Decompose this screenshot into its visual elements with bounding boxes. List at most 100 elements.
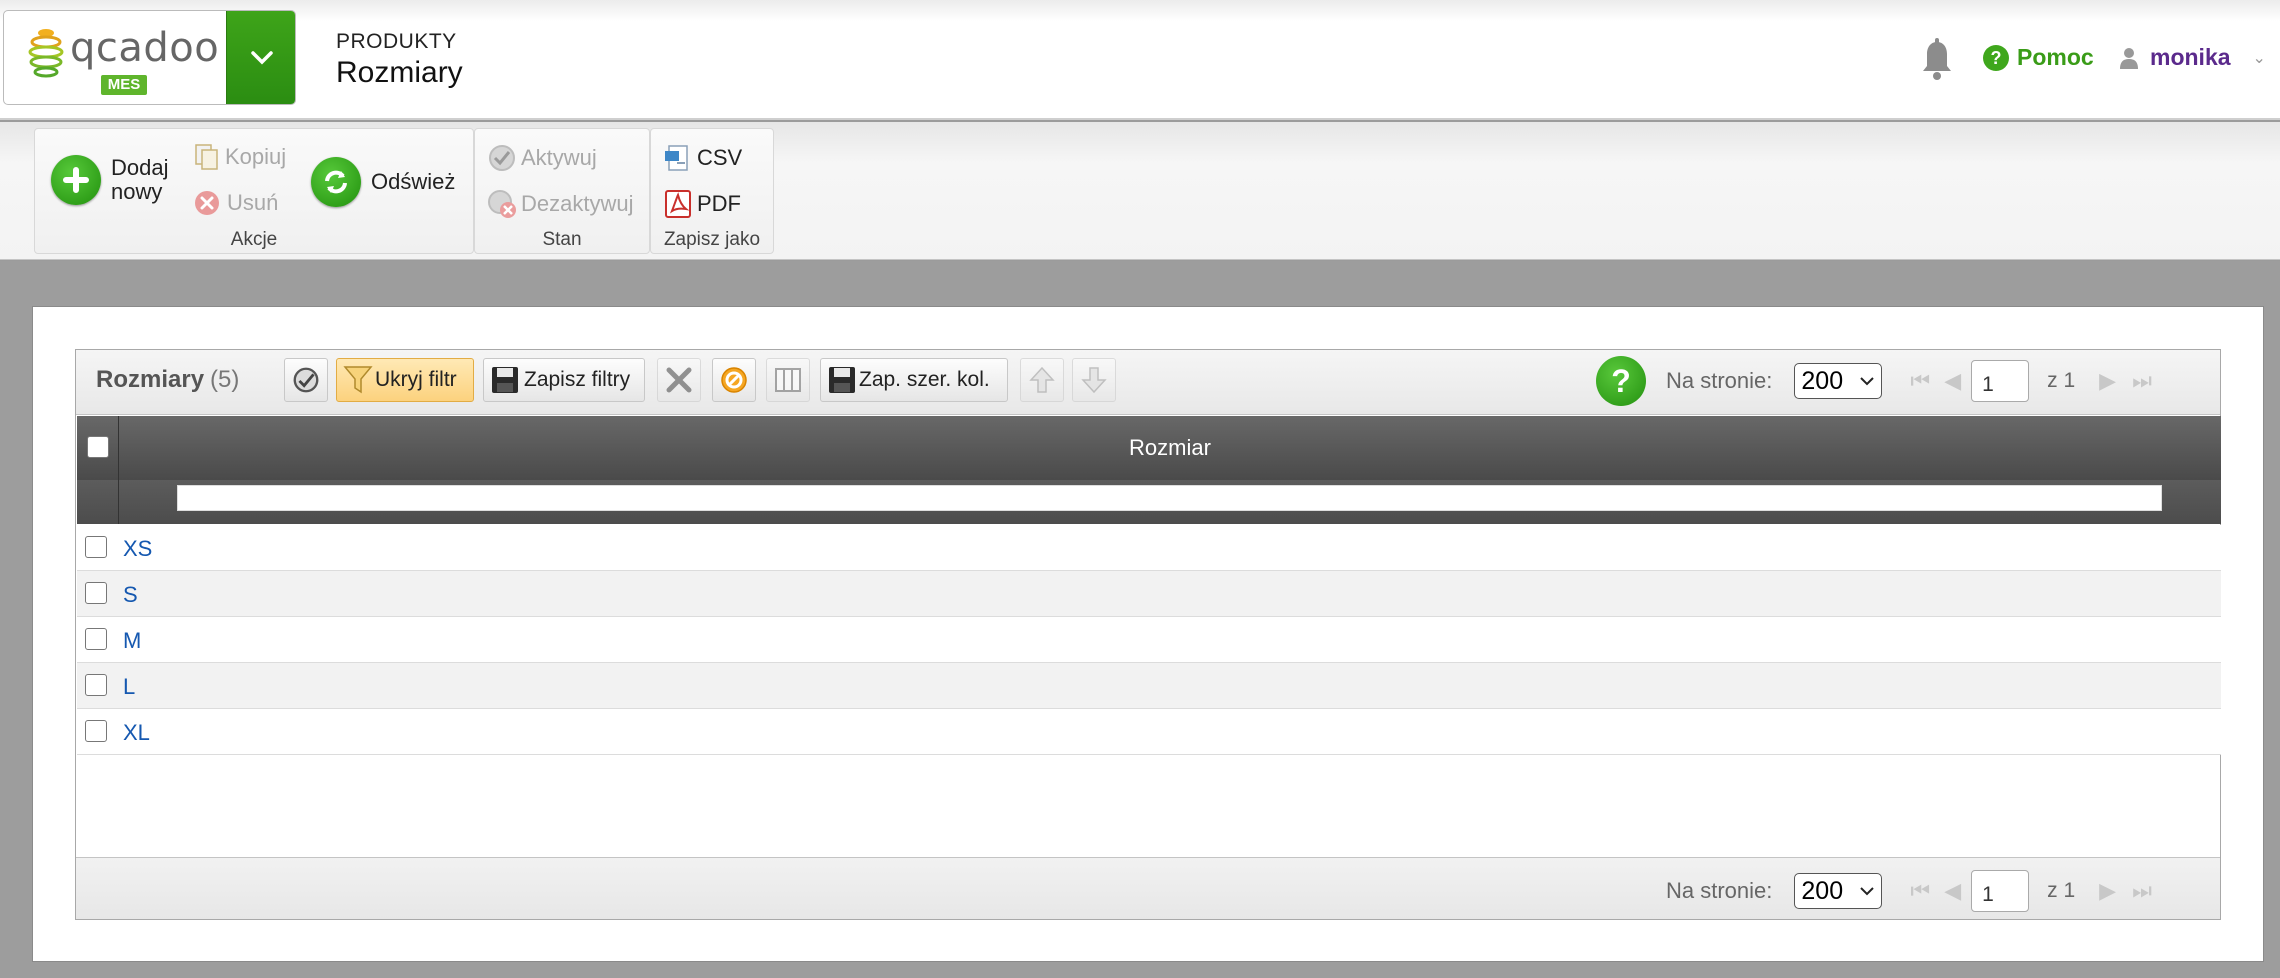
add-new-label-line1: Dodaj — [111, 155, 169, 180]
pdf-file-icon — [665, 190, 691, 218]
user-name: monika — [2150, 44, 2231, 70]
user-menu[interactable]: monika ⌄ — [2120, 44, 2266, 71]
row-checkbox[interactable] — [85, 674, 107, 696]
grid-count: (5) — [210, 366, 240, 393]
size-link[interactable]: S — [123, 582, 138, 608]
chevron-down-icon — [1860, 377, 1875, 386]
chevron-down-icon — [251, 50, 273, 64]
activate-label: Aktywuj — [521, 145, 597, 170]
logo-badge: MES — [101, 75, 147, 95]
floppy-disk-icon — [829, 367, 855, 393]
previous-page-icon[interactable]: ◀ — [1944, 368, 1961, 394]
data-grid: Rozmiary (5) Ukryj filtr Zapisz filtry Z… — [75, 349, 2221, 920]
table-row[interactable]: M — [77, 617, 2221, 663]
ribbon: Dodaj nowy Kopiuj Usuń Odśwież Akcje Akt… — [0, 122, 2280, 260]
breadcrumb-section: PRODUKTY — [336, 30, 457, 53]
bottom-pager: Na stronie: 200 ⏮ ◀ 1 z 1 ▶ ⏭ — [1666, 870, 2152, 912]
delete-button[interactable]: Usuń — [193, 189, 278, 217]
deactivate-label: Dezaktywuj — [521, 191, 634, 216]
page-count-label: z 1 — [2047, 369, 2076, 392]
export-csv-button[interactable]: CSV — [663, 143, 742, 173]
page-count-label: z 1 — [2047, 879, 2076, 902]
first-page-icon[interactable]: ⏮ — [1910, 368, 1930, 394]
chevron-down-icon: ⌄ — [2252, 49, 2266, 67]
row-checkbox[interactable] — [85, 582, 107, 604]
size-filter-input[interactable] — [177, 485, 2162, 511]
size-link[interactable]: XL — [123, 720, 150, 746]
first-page-icon[interactable]: ⏮ — [1910, 878, 1930, 904]
save-column-widths-label: Zap. szer. kol. — [859, 368, 990, 391]
page-input[interactable]: 1 — [1971, 360, 2030, 402]
refresh-label: Odśwież — [371, 169, 456, 194]
activate-button[interactable]: Aktywuj — [487, 143, 597, 173]
ribbon-group-export: CSV PDF Zapisz jako — [650, 128, 774, 254]
select-all-cell — [77, 416, 119, 480]
page-input[interactable]: 1 — [1971, 870, 2030, 912]
help-label: Pomoc — [2017, 44, 2094, 70]
columns-button[interactable] — [766, 358, 810, 402]
delete-icon — [195, 191, 219, 215]
cancel-filter-button[interactable] — [712, 358, 756, 402]
per-page-select[interactable]: 200 — [1794, 873, 1883, 909]
no-entry-icon — [721, 367, 747, 393]
help-link[interactable]: ? Pomoc — [1983, 44, 2094, 71]
size-link[interactable]: XS — [123, 536, 152, 562]
save-filters-label: Zapisz filtry — [524, 368, 631, 391]
add-new-label-line2: nowy — [111, 179, 163, 204]
size-link[interactable]: L — [123, 674, 135, 700]
app-logo[interactable]: qcadoo MES — [4, 11, 226, 104]
copy-icon — [195, 144, 218, 170]
previous-page-icon[interactable]: ◀ — [1944, 878, 1961, 904]
filter-check-icon — [293, 367, 319, 393]
top-pager: Na stronie: 200 ⏮ ◀ 1 z 1 ▶ ⏭ — [1666, 360, 2152, 402]
move-down-button[interactable] — [1072, 358, 1116, 402]
export-pdf-button[interactable]: PDF — [663, 189, 741, 219]
last-page-icon[interactable]: ⏭ — [2132, 878, 2152, 904]
main-menu-button[interactable] — [226, 11, 295, 104]
toggle-filter-button[interactable] — [284, 358, 328, 402]
next-page-icon[interactable]: ▶ — [2099, 368, 2116, 394]
ribbon-group-label-export: Zapisz jako — [663, 229, 761, 250]
select-all-checkbox[interactable] — [87, 436, 109, 458]
last-page-icon[interactable]: ⏭ — [2132, 368, 2152, 394]
row-checkbox[interactable] — [85, 536, 107, 558]
hide-filter-button[interactable]: Ukryj filtr — [336, 358, 474, 402]
save-filters-button[interactable]: Zapisz filtry — [483, 358, 645, 402]
next-page-icon[interactable]: ▶ — [2099, 878, 2116, 904]
csv-label: CSV — [697, 145, 743, 170]
row-checkbox[interactable] — [85, 628, 107, 650]
size-link[interactable]: M — [123, 628, 141, 654]
delete-label: Usuń — [227, 190, 279, 215]
save-column-widths-button[interactable]: Zap. szer. kol. — [820, 358, 1008, 402]
notifications-bell-icon[interactable] — [1920, 38, 1954, 82]
add-new-button[interactable]: Dodaj nowy — [51, 155, 168, 205]
copy-button[interactable]: Kopiuj — [193, 143, 286, 171]
deactivate-icon — [488, 190, 516, 218]
copy-label: Kopiuj — [225, 144, 287, 169]
grid-footer: Na stronie: 200 ⏮ ◀ 1 z 1 ▶ ⏭ — [76, 857, 2220, 919]
column-header-size[interactable]: Rozmiar — [119, 416, 2221, 480]
funnel-icon — [343, 366, 373, 394]
table-row[interactable]: XS — [77, 525, 2221, 571]
filter-row — [77, 480, 2221, 524]
ribbon-group-actions: Dodaj nowy Kopiuj Usuń Odśwież Akcje — [34, 128, 474, 254]
chevron-down-icon — [1860, 887, 1875, 896]
refresh-button[interactable]: Odśwież — [311, 157, 455, 207]
grid-title-text: Rozmiary — [96, 366, 205, 393]
move-up-button[interactable] — [1020, 358, 1064, 402]
per-page-select[interactable]: 200 — [1794, 363, 1883, 399]
refresh-icon — [311, 157, 361, 207]
help-icon: ? — [1983, 44, 2009, 71]
page-title: Rozmiary — [336, 56, 463, 89]
top-header: qcadoo MES PRODUKTY Rozmiary ? Pomoc mon… — [0, 0, 2280, 120]
table-row[interactable]: XL — [77, 709, 2221, 755]
logo-mark-icon — [28, 29, 64, 78]
hide-filter-label: Ukryj filtr — [375, 368, 457, 391]
deactivate-button[interactable]: Dezaktywuj — [487, 189, 633, 219]
table-row[interactable]: L — [77, 663, 2221, 709]
table-row[interactable]: S — [77, 571, 2221, 617]
row-checkbox[interactable] — [85, 720, 107, 742]
grid-help-icon[interactable]: ? — [1596, 356, 1646, 406]
clear-filters-button[interactable] — [657, 358, 701, 402]
activate-icon — [489, 145, 515, 171]
